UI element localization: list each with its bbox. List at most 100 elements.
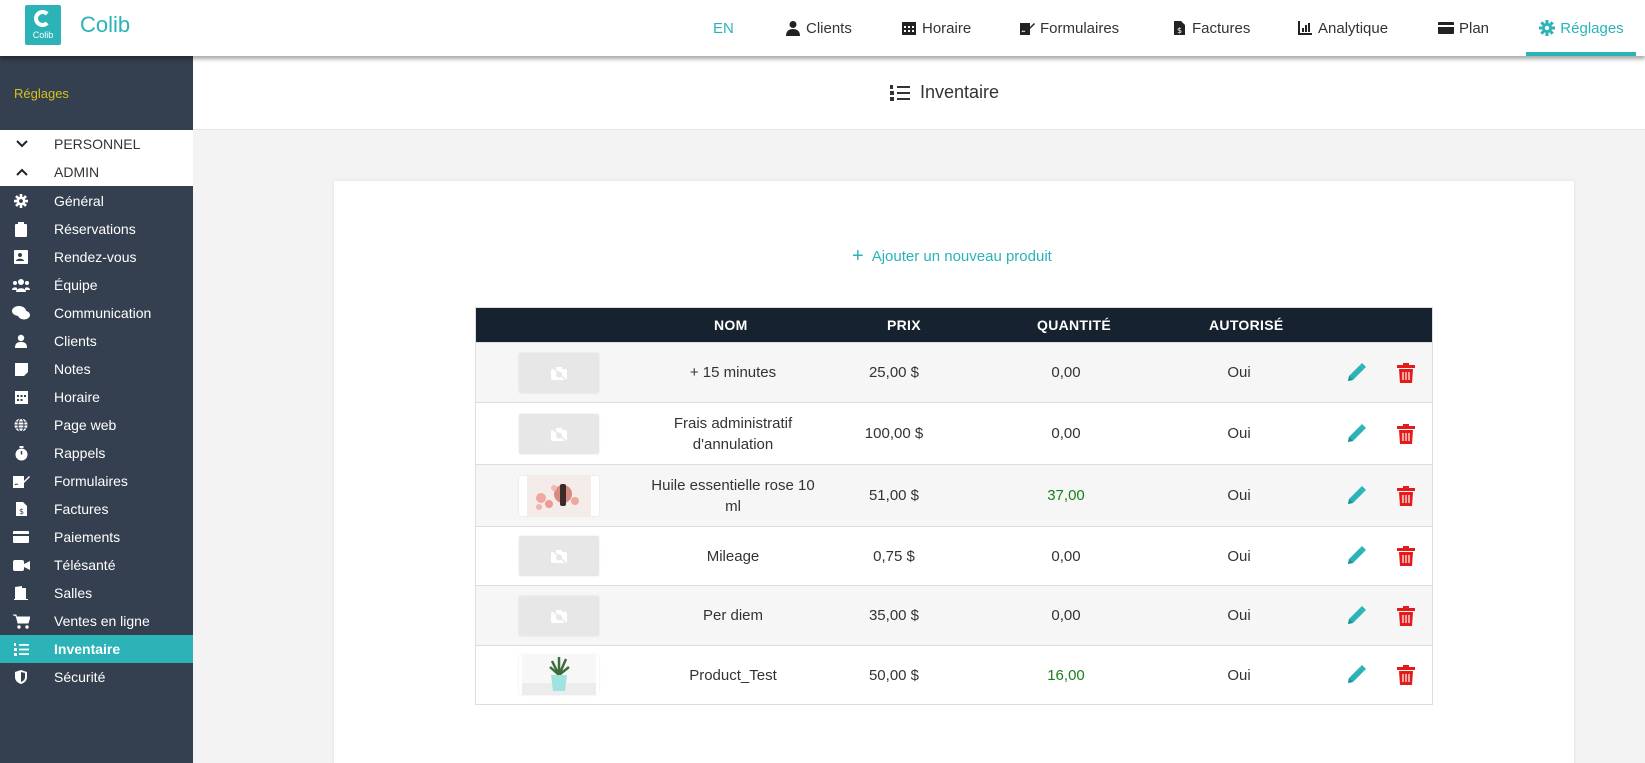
page-title: Inventaire [890,82,999,103]
edit-button[interactable] [1336,465,1376,526]
add-product-button[interactable]: + Ajouter un nouveau produit [852,246,1052,266]
product-authorized: Oui [1227,607,1251,624]
no-photo-icon[interactable] [519,352,599,393]
delete-button[interactable] [1386,527,1426,585]
user-icon [786,21,800,36]
pencil-icon [1348,485,1366,504]
trash-icon [1397,423,1415,444]
sidebar-item-equipe[interactable]: Équipe [0,271,193,299]
header-autorise: AUTORISÉ [1209,317,1284,333]
edit-button[interactable] [1336,343,1376,402]
plus-icon: + [852,245,864,267]
list-ol-icon [12,641,30,657]
nav-factures[interactable]: $ Factures [1170,0,1250,56]
pencil-icon [1348,362,1366,381]
plant-photo[interactable] [519,655,599,695]
product-name: Frais administratif d'annulation [673,414,793,453]
product-price: 25,00 $ [868,364,920,381]
product-price: 51,00 $ [868,487,920,504]
delete-button[interactable] [1386,586,1426,645]
contact-card-icon [12,249,30,265]
nav-plan[interactable]: Plan [1437,0,1489,56]
sidebar-item-communication[interactable]: Communication [0,299,193,327]
video-icon [12,557,30,573]
sidebar-item-rendez-vous[interactable]: Rendez-vous [0,243,193,271]
pencil-icon [1348,605,1366,624]
trash-icon [1397,485,1415,506]
sidebar-item-inventaire[interactable]: Inventaire [0,635,193,663]
credit-card-icon [12,529,30,545]
edit-button[interactable] [1336,527,1376,585]
calendar-icon [902,22,916,35]
edit-button[interactable] [1336,646,1376,704]
no-photo-icon[interactable] [519,595,599,636]
nav-formulaires[interactable]: Formulaires [1018,0,1119,56]
sidebar-item-securite[interactable]: Sécurité [0,663,193,691]
sidebar-item-reservations[interactable]: Réservations [0,215,193,243]
sidebar-item-telesante[interactable]: Télésanté [0,551,193,579]
list-ol-icon [890,84,910,101]
sidebar-item-clients[interactable]: Clients [0,327,193,355]
table-row: Huile essentielle rose 10 ml 51,00 $ 37,… [476,464,1432,526]
sidebar-item-notes[interactable]: Notes [0,355,193,383]
nav-horaire[interactable]: Horaire [900,0,971,56]
sidebar-item-formulaires[interactable]: Formulaires [0,467,193,495]
signature-icon [1020,23,1035,35]
sidebar-item-ventes-en-ligne[interactable]: Ventes en ligne [0,607,193,635]
shield-icon [12,669,30,685]
nav-clients[interactable]: Clients [784,0,852,56]
colib-logo[interactable]: Colib [25,5,61,45]
product-name: Mileage [706,547,760,565]
gear-icon [1539,20,1556,36]
sidebar-item-page-web[interactable]: Page web [0,411,193,439]
trash-icon [1397,546,1415,566]
table-row: Per diem 35,00 $ 0,00 Oui [476,585,1432,645]
nav-analytique[interactable]: Analytique [1296,0,1388,56]
sidebar-item-horaire[interactable]: Horaire [0,383,193,411]
invoice-icon: $ [1174,21,1185,35]
delete-button[interactable] [1386,403,1426,464]
sidebar-item-general[interactable]: Général [0,187,193,215]
sidebar-item-salles[interactable]: Salles [0,579,193,607]
sidebar-item-rappels[interactable]: Rappels [0,439,193,467]
product-quantity: 0,00 [1051,607,1081,624]
clipboard-icon [12,221,30,237]
inventory-table: NOM PRIX QUANTITÉ AUTORISÉ + 15 minutes … [475,307,1433,705]
table-row: Product_Test 50,00 $ 16,00 Oui [476,645,1432,704]
chat-icon [12,305,30,321]
table-row: Mileage 0,75 $ 0,00 Oui [476,526,1432,585]
nav-reglages[interactable]: Réglages [1526,0,1636,56]
bar-chart-icon [1298,21,1312,35]
no-photo-icon[interactable] [519,536,599,576]
door-icon [12,585,30,601]
cart-icon [12,613,30,629]
users-icon [12,277,30,293]
product-price: 50,00 $ [868,666,920,684]
gear-icon [12,193,30,209]
trash-icon [1397,665,1415,685]
delete-button[interactable] [1386,465,1426,526]
sidebar-item-paiements[interactable]: Paiements [0,523,193,551]
edit-button[interactable] [1336,586,1376,645]
sidebar-group-personnel[interactable]: PERSONNEL [0,130,193,158]
sidebar-item-factures[interactable]: $ Factures [0,495,193,523]
top-navbar: Colib Colib EN Clients Horaire Formulair… [0,0,1645,56]
header-prix: PRIX [887,317,921,333]
delete-button[interactable] [1386,343,1426,402]
product-price: 100,00 $ [864,425,924,442]
edit-button[interactable] [1336,403,1376,464]
language-toggle[interactable]: EN [713,0,734,56]
product-quantity: 0,00 [1051,425,1081,442]
table-row: Frais administratif d'annulation 100,00 … [476,402,1432,464]
chevron-up-icon [16,168,28,176]
trash-icon [1397,605,1415,626]
product-quantity: 0,00 [1051,364,1081,381]
delete-button[interactable] [1386,646,1426,704]
sidebar-group-admin[interactable]: ADMIN [0,158,193,186]
product-authorized: Oui [1227,425,1251,442]
product-name: Huile essentielle rose 10 ml [651,476,815,515]
brand-name[interactable]: Colib [80,12,130,38]
pencil-icon [1348,665,1366,683]
rose-oil-photo[interactable] [519,475,599,516]
no-photo-icon[interactable] [519,413,599,454]
